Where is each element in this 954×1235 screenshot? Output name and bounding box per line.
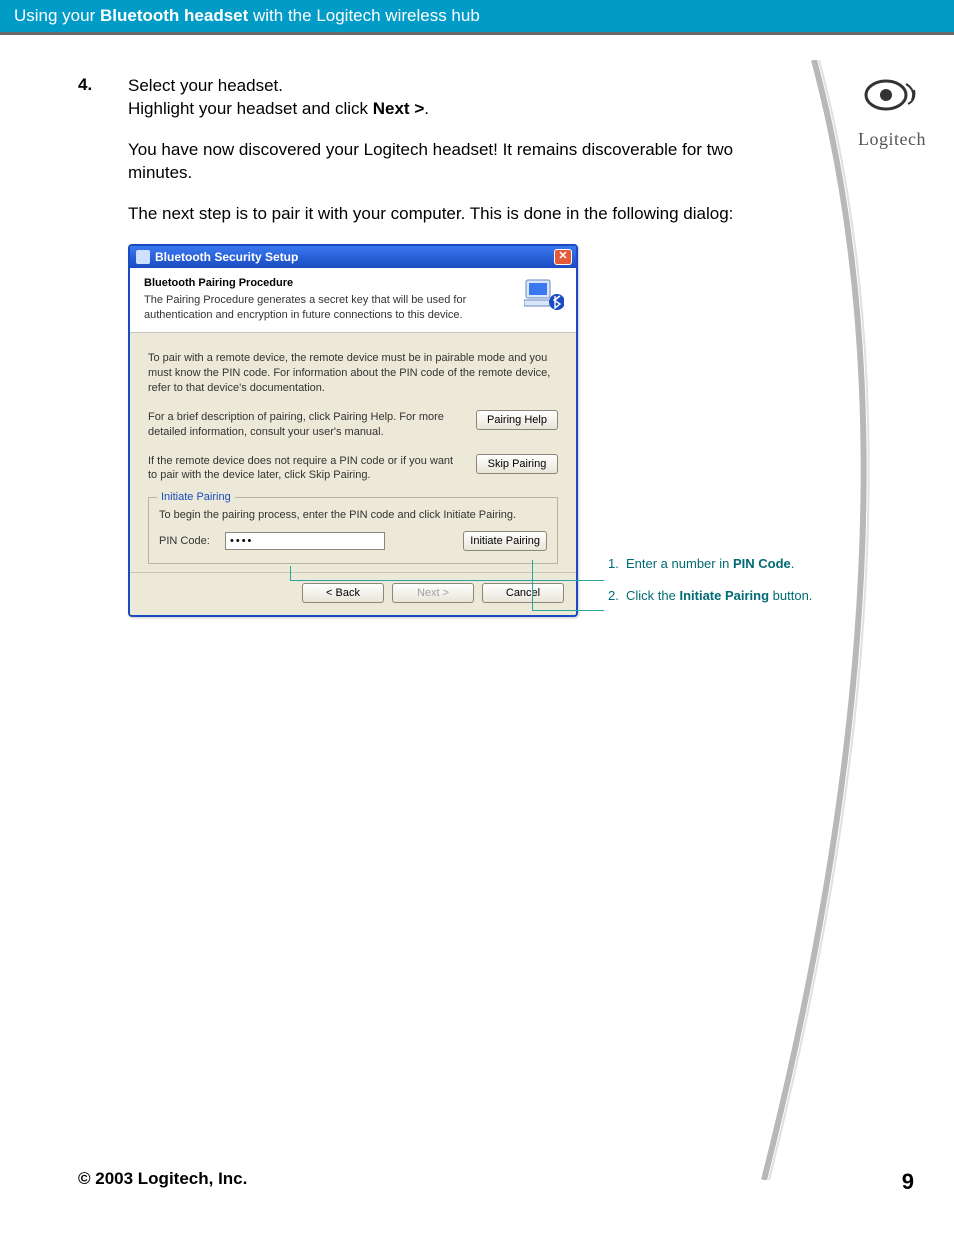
- pairing-help-button[interactable]: Pairing Help: [476, 410, 558, 430]
- callout-1-pre: Enter a number in: [626, 556, 733, 571]
- step-para2: You have now discovered your Logitech he…: [128, 139, 748, 185]
- pair-info-1: To pair with a remote device, the remote…: [148, 351, 558, 396]
- callout-2-pre: Click the: [626, 588, 679, 603]
- dialog-subtitle: Bluetooth Pairing Procedure: [144, 276, 516, 291]
- page-number: 9: [902, 1169, 914, 1195]
- callout-2-num: 2.: [608, 588, 626, 604]
- callout-line-1v: [290, 566, 291, 580]
- page-header: Using your Bluetooth headset with the Lo…: [0, 0, 954, 35]
- initiate-pairing-group: Initiate Pairing To begin the pairing pr…: [148, 497, 558, 564]
- step-line1b-bold: Next >: [373, 99, 425, 118]
- page-footer: © 2003 Logitech, Inc. 9: [78, 1169, 914, 1195]
- dialog-titlebar[interactable]: Bluetooth Security Setup ✕: [130, 246, 576, 268]
- step-line1a: Select your headset.: [128, 76, 283, 95]
- step-body: Select your headset. Highlight your head…: [128, 75, 748, 617]
- callout-1: 1. Enter a number in PIN Code.: [608, 556, 908, 572]
- computer-bluetooth-icon: [524, 276, 564, 312]
- header-bold: Bluetooth headset: [100, 6, 248, 25]
- callout-line-2h: [532, 610, 604, 611]
- initiate-instruction: To begin the pairing process, enter the …: [159, 508, 547, 523]
- pin-code-input[interactable]: [225, 532, 385, 550]
- next-button[interactable]: Next >: [392, 583, 474, 603]
- callout-line-2v: [532, 560, 533, 610]
- step-para3: The next step is to pair it with your co…: [128, 203, 748, 226]
- dialog-title: Bluetooth Security Setup: [155, 249, 554, 265]
- header-suffix: with the Logitech wireless hub: [248, 6, 480, 25]
- step-line1b-post: .: [424, 99, 429, 118]
- callout-2-post: button.: [769, 588, 812, 603]
- initiate-pairing-button[interactable]: Initiate Pairing: [463, 531, 547, 551]
- callout-2: 2. Click the Initiate Pairing button.: [608, 588, 908, 604]
- dialog-subdesc: The Pairing Procedure generates a secret…: [144, 294, 466, 321]
- dialog-header-panel: Bluetooth Pairing Procedure The Pairing …: [130, 268, 576, 334]
- page-content: 4. Select your headset. Highlight your h…: [0, 35, 954, 617]
- copyright: © 2003 Logitech, Inc.: [78, 1169, 247, 1195]
- close-button[interactable]: ✕: [554, 249, 572, 265]
- bluetooth-security-dialog: Bluetooth Security Setup ✕ Bluetooth Pai…: [128, 244, 578, 617]
- callout-1-num: 1.: [608, 556, 626, 572]
- callout-line-1h: [290, 580, 604, 581]
- bluetooth-app-icon: [136, 250, 150, 264]
- skip-pairing-button[interactable]: Skip Pairing: [476, 454, 558, 474]
- dialog-body: To pair with a remote device, the remote…: [130, 333, 576, 572]
- step-number: 4.: [78, 75, 128, 617]
- callout-1-post: .: [791, 556, 795, 571]
- header-prefix: Using your: [14, 6, 100, 25]
- pair-info-2: For a brief description of pairing, clic…: [148, 410, 464, 440]
- step-line1b-pre: Highlight your headset and click: [128, 99, 373, 118]
- close-icon: ✕: [558, 250, 567, 262]
- callout-2-bold: Initiate Pairing: [679, 588, 769, 603]
- pair-info-3: If the remote device does not require a …: [148, 454, 464, 484]
- pin-code-label: PIN Code:: [159, 534, 215, 549]
- back-button[interactable]: < Back: [302, 583, 384, 603]
- cancel-button[interactable]: Cancel: [482, 583, 564, 603]
- fieldset-legend: Initiate Pairing: [157, 490, 235, 505]
- dialog-footer: < Back Next > Cancel: [130, 572, 576, 615]
- callouts: 1. Enter a number in PIN Code. 2. Click …: [608, 556, 908, 621]
- callout-1-bold: PIN Code: [733, 556, 791, 571]
